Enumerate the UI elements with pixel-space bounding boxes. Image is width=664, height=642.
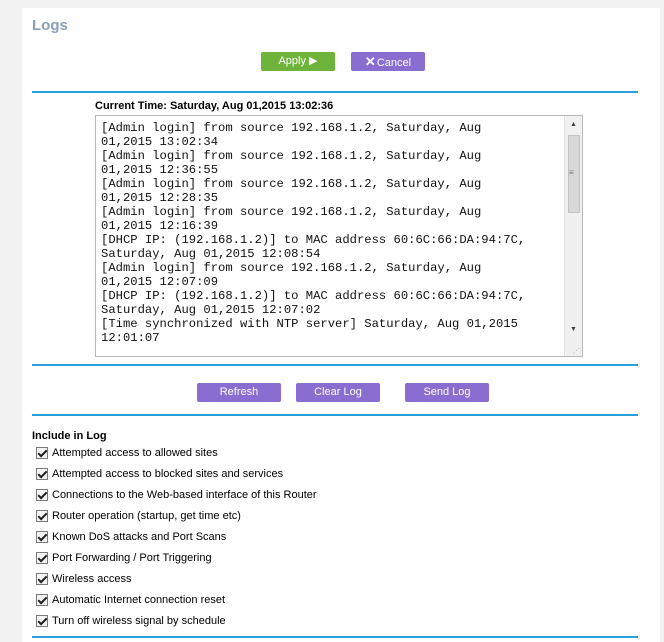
log-option-label: Router operation (startup, get time etc) (52, 510, 241, 522)
resize-handle-icon[interactable]: ⋰ (573, 347, 580, 355)
scroll-down-icon[interactable]: ▼ (565, 323, 582, 337)
refresh-button[interactable]: Refresh (197, 383, 281, 402)
checkbox[interactable] (36, 531, 48, 543)
page-title: Logs (32, 17, 68, 34)
log-option[interactable]: Turn off wireless signal by schedule (36, 614, 226, 628)
log-textarea[interactable]: [Admin login] from source 192.168.1.2, S… (95, 115, 583, 357)
log-option[interactable]: Connections to the Web-based interface o… (36, 488, 317, 502)
current-time: Current Time: Saturday, Aug 01,2015 13:0… (95, 100, 334, 112)
divider (32, 364, 638, 366)
checkbox[interactable] (36, 510, 48, 522)
log-option-label: Turn off wireless signal by schedule (52, 615, 226, 627)
checkbox[interactable] (36, 552, 48, 564)
checkbox[interactable] (36, 447, 48, 459)
checkbox[interactable] (36, 468, 48, 480)
checkbox[interactable] (36, 594, 48, 606)
include-in-log-heading: Include in Log (32, 430, 107, 442)
log-option[interactable]: Attempted access to blocked sites and se… (36, 467, 283, 481)
divider (32, 91, 638, 93)
grip-icon: ≡ (569, 168, 574, 177)
send-log-button[interactable]: Send Log (405, 383, 489, 402)
checkbox[interactable] (36, 489, 48, 501)
log-option[interactable]: Wireless access (36, 572, 131, 586)
close-icon: ✕ (364, 54, 376, 69)
log-option[interactable]: Router operation (startup, get time etc) (36, 509, 241, 523)
log-option-label: Connections to the Web-based interface o… (52, 489, 317, 501)
log-option-label: Attempted access to blocked sites and se… (52, 468, 284, 480)
divider (32, 414, 638, 416)
log-option[interactable]: Known DoS attacks and Port Scans (36, 530, 226, 544)
clear-log-button[interactable]: Clear Log (296, 383, 380, 402)
log-option-label: Port Forwarding / Port Triggering (52, 552, 212, 564)
checkbox[interactable] (36, 615, 48, 627)
log-option[interactable]: Port Forwarding / Port Triggering (36, 551, 212, 565)
log-option[interactable]: Automatic Internet connection reset (36, 593, 225, 607)
log-option-label: Known DoS attacks and Port Scans (52, 531, 227, 543)
log-text: [Admin login] from source 192.168.1.2, S… (101, 121, 526, 345)
checkbox[interactable] (36, 573, 48, 585)
divider (32, 636, 638, 638)
log-option-label: Automatic Internet connection reset (52, 594, 226, 606)
cancel-button-label: Cancel (376, 57, 412, 69)
cancel-button[interactable]: ✕Cancel (351, 52, 425, 71)
apply-button[interactable]: Apply ▶ (261, 52, 335, 71)
log-option-label: Attempted access to allowed sites (52, 447, 218, 459)
log-option-label: Wireless access (52, 573, 132, 585)
log-option[interactable]: Attempted access to allowed sites (36, 446, 218, 460)
scroll-up-icon[interactable]: ▲ (565, 118, 582, 132)
log-scrollbar[interactable]: ▲ ≡ ▼ (564, 116, 582, 356)
